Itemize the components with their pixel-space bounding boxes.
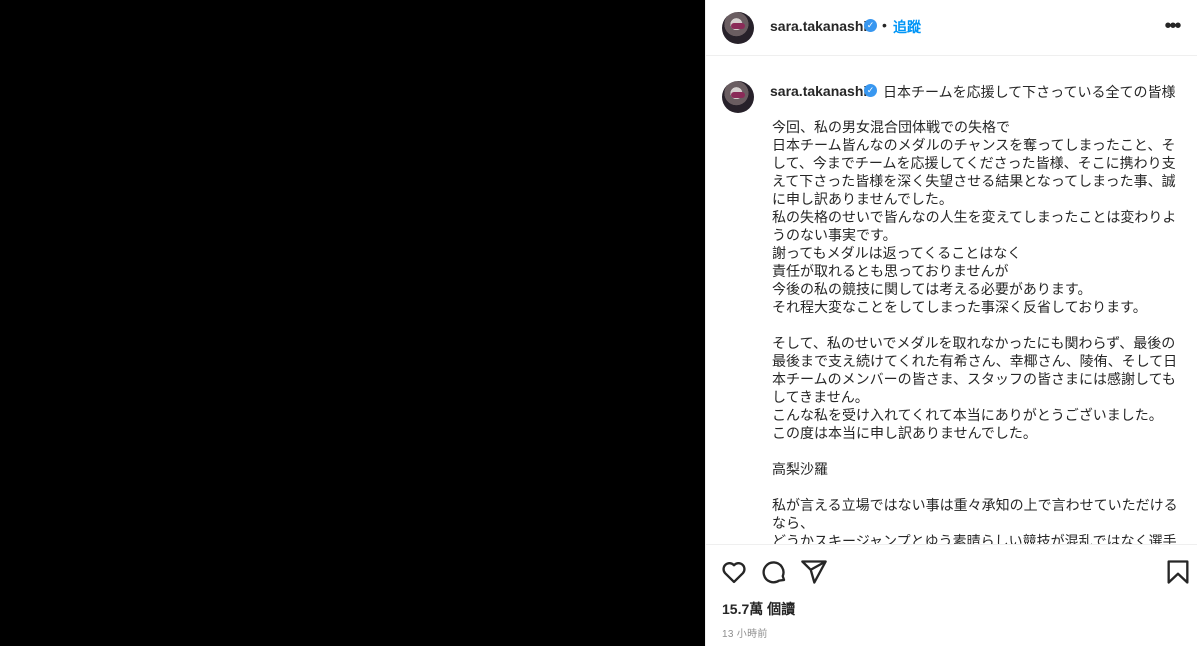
caption-author-avatar[interactable]: [722, 81, 754, 113]
heart-icon[interactable]: [720, 558, 748, 586]
bookmark-icon[interactable]: [1164, 558, 1192, 586]
paper-plane-icon[interactable]: [800, 558, 828, 586]
post-header: sara.takanashi ✓ • 追蹤 •••: [706, 0, 1197, 56]
caption-author-username[interactable]: sara.takanashi: [770, 83, 867, 99]
caption-area[interactable]: sara.takanashi ✓ 日本チームを応援して下さっている全ての皆様 今…: [706, 57, 1197, 544]
caption-verified-badge-icon: ✓: [864, 84, 877, 97]
author-username[interactable]: sara.takanashi: [770, 18, 867, 34]
caption-text: 今回、私の男女混合団体戦での失格で 日本チーム皆んなのメダルのチャンスを奪ってし…: [772, 119, 1178, 544]
author-avatar[interactable]: [722, 12, 754, 44]
follow-button[interactable]: 追蹤: [893, 17, 921, 37]
caption-first-line: 日本チームを応援して下さっている全ての皆様: [883, 84, 1176, 100]
post-side-panel: sara.takanashi ✓ • 追蹤 ••• sara.takanashi…: [705, 0, 1197, 646]
post-actions-bar: [706, 544, 1197, 600]
verified-badge-icon: ✓: [864, 19, 877, 32]
more-options-icon[interactable]: •••: [1160, 14, 1184, 38]
view-count[interactable]: 15.7萬 個讀: [722, 599, 795, 619]
post-media[interactable]: [0, 0, 705, 646]
comment-icon[interactable]: [760, 558, 788, 586]
separator-dot: •: [882, 17, 887, 33]
post-timestamp[interactable]: 13 小時前: [722, 625, 768, 640]
